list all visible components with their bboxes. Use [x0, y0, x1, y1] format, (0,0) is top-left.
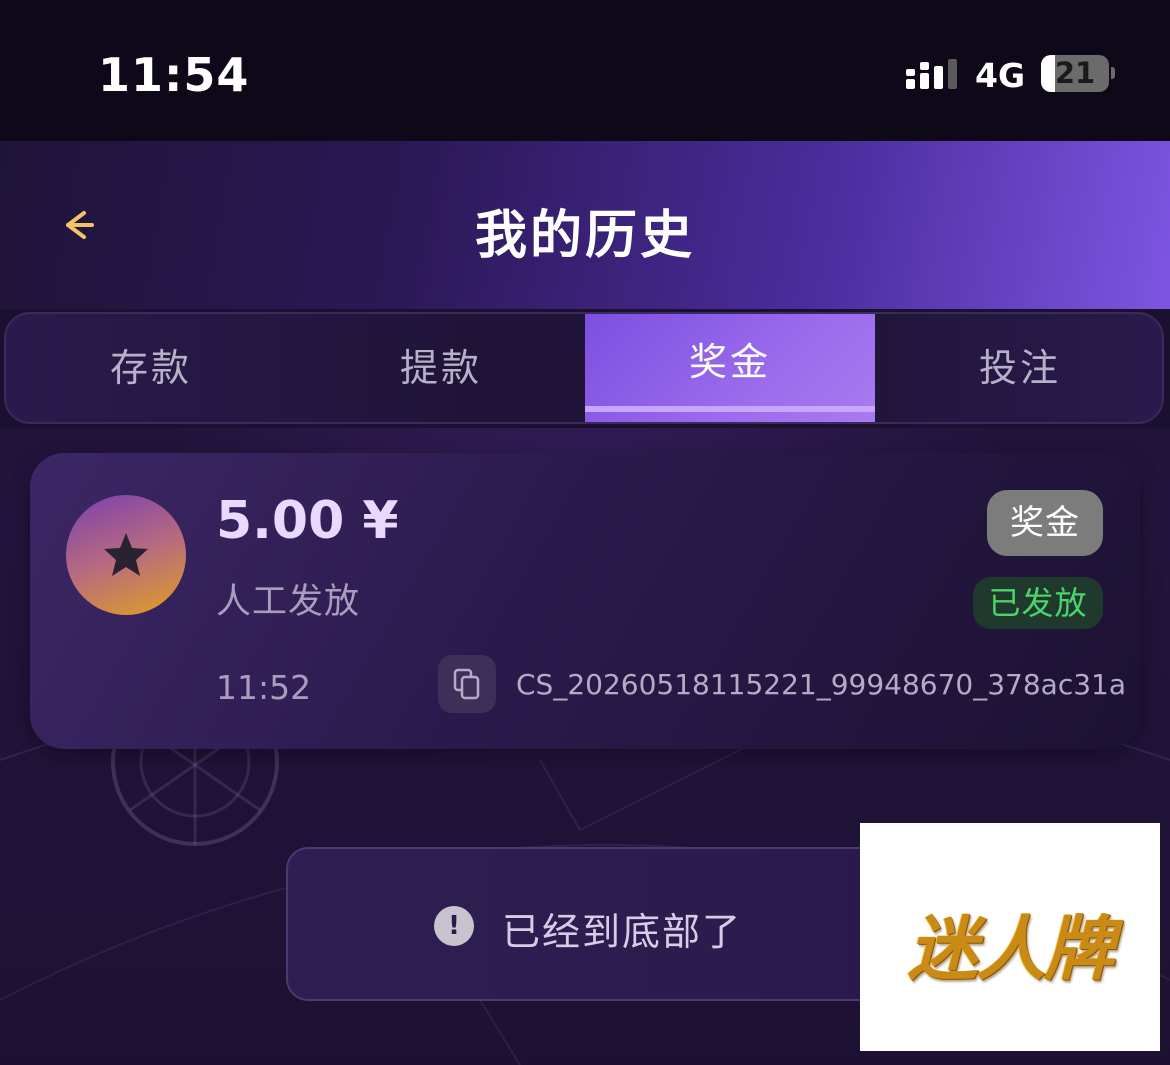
record-amount: 5.00 ¥: [216, 491, 399, 551]
watermark-logo: 迷人牌: [860, 823, 1160, 1051]
end-of-list-notice: ! 已经到底部了: [286, 847, 906, 1001]
bonus-record-card[interactable]: 5.00 ¥ 人工发放 11:52 奖金 已发放 CS_202605181152…: [30, 453, 1140, 749]
battery-level: 21: [1054, 56, 1096, 90]
record-status-badge: 已发放: [973, 577, 1103, 629]
record-type-badge: 奖金: [987, 490, 1103, 556]
status-bar: 11:54 4G 21: [0, 0, 1170, 141]
copy-icon: [453, 668, 480, 700]
tab-deposit[interactable]: 存款: [6, 314, 296, 422]
page-header: 我的历史: [0, 141, 1170, 309]
battery-tip: [1111, 67, 1115, 79]
status-time: 11:54: [98, 48, 250, 102]
star-icon: [104, 533, 148, 576]
copy-order-id-button[interactable]: [438, 655, 496, 713]
tab-bets[interactable]: 投注: [875, 314, 1162, 422]
record-avatar: [66, 495, 186, 615]
exclamation-icon: !: [434, 906, 474, 946]
tab-withdraw[interactable]: 提款: [296, 314, 586, 422]
watermark-logo-text: 迷人牌: [908, 908, 1114, 990]
network-type-label: 4G: [975, 56, 1026, 95]
end-of-list-text: 已经到底部了: [502, 910, 743, 954]
record-time: 11:52: [216, 668, 312, 707]
history-tabs: 存款 提款 奖金 投注: [4, 312, 1164, 424]
tab-bonus[interactable]: 奖金: [585, 314, 875, 422]
record-source: 人工发放: [216, 582, 361, 622]
record-order-id: CS_20260518115221_99948670_378ac31a: [516, 668, 1127, 701]
battery-icon: 21: [1041, 55, 1109, 92]
page-title: 我的历史: [474, 206, 695, 266]
cellular-signal-icon: [906, 59, 957, 89]
